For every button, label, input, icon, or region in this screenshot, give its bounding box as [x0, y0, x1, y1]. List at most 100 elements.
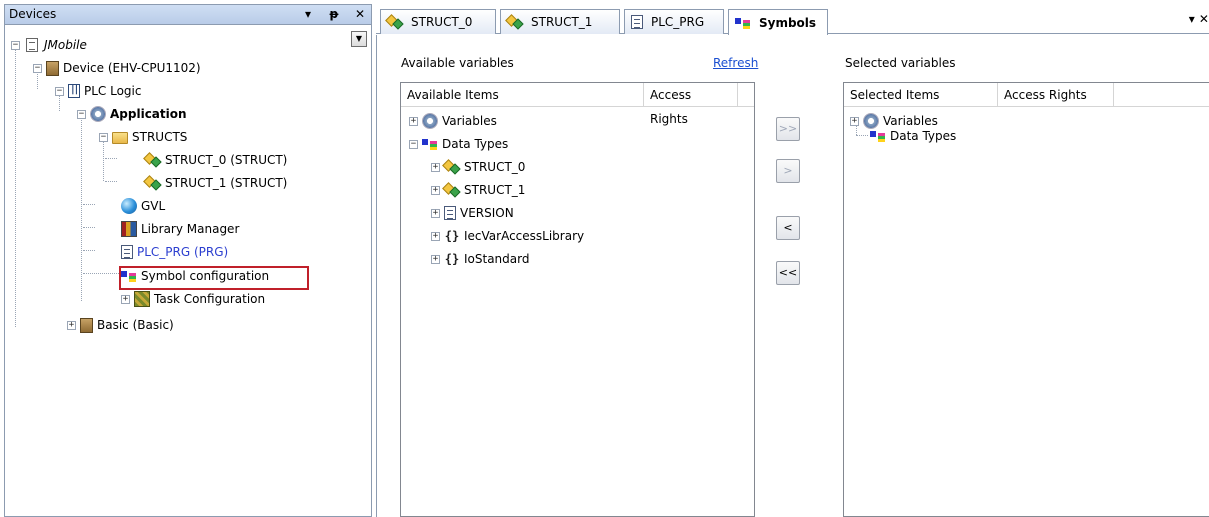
tree-item-struct-1[interactable]: STRUCT_1 (STRUCT) — [145, 173, 287, 193]
expand-icon[interactable]: + — [431, 162, 440, 172]
tree-item-label: Library Manager — [141, 222, 240, 236]
library-icon — [121, 221, 137, 237]
pin-icon[interactable]: ᵽ — [327, 5, 341, 24]
tree-item-jmobile[interactable]: − JMobile — [11, 35, 87, 55]
expand-icon[interactable]: + — [409, 116, 418, 126]
struct-icon — [444, 159, 460, 175]
expand-icon[interactable]: + — [431, 231, 440, 241]
tab-menu-icon[interactable]: ▾ ✕ — [1189, 12, 1209, 26]
expand-icon[interactable]: + — [431, 185, 440, 195]
editor-area: STRUCT_0 STRUCT_1 PLC_PRG Symbols ▾ ✕ Av… — [376, 4, 1209, 517]
item-label: IecVarAccessLibrary — [464, 229, 585, 243]
tab-label: STRUCT_1 — [531, 15, 593, 29]
tree-item-device[interactable]: − Device (EHV-CPU1102) — [33, 58, 201, 78]
tab-label: Symbols — [759, 15, 817, 30]
column-header-selected-items[interactable]: Selected Items — [844, 83, 998, 106]
tree-item-label: STRUCT_0 (STRUCT) — [165, 153, 288, 167]
expand-icon[interactable]: + — [431, 254, 440, 264]
pane-menu-icon[interactable]: ▾ — [301, 5, 315, 24]
data-types-icon — [870, 128, 886, 144]
column-header-access-rights[interactable]: Access Rights — [998, 83, 1114, 106]
program-icon — [631, 15, 643, 29]
tree-item-application[interactable]: − Application — [77, 104, 187, 124]
refresh-link[interactable]: Refresh — [713, 56, 758, 70]
collapse-icon[interactable]: − — [409, 139, 418, 149]
tab-strip: STRUCT_0 STRUCT_1 PLC_PRG Symbols ▾ ✕ — [376, 4, 1209, 35]
tree-item-task-configuration[interactable]: + Task Configuration — [121, 289, 265, 309]
tree-item-label: Task Configuration — [154, 292, 266, 306]
available-items-grid: Available Items Access Rights + Variable… — [400, 82, 755, 517]
column-header-access-rights[interactable]: Access Rights — [644, 83, 738, 126]
tree-item-label: Application — [110, 107, 187, 121]
tree-item-label: GVL — [141, 199, 166, 213]
item-label: VERSION — [460, 206, 514, 220]
close-icon[interactable]: ✕ — [353, 5, 367, 24]
struct-icon — [507, 14, 523, 30]
task-icon — [134, 291, 150, 307]
tab-plc-prg[interactable]: PLC_PRG — [624, 9, 724, 34]
item-label: STRUCT_0 — [464, 160, 526, 174]
tree-item-label: STRUCT_1 (STRUCT) — [165, 176, 288, 190]
available-item-variables[interactable]: + Variables — [409, 111, 497, 131]
selected-items-grid: Selected Items Access Rights + Variables… — [843, 82, 1209, 517]
folder-icon — [112, 132, 128, 144]
tab-symbols[interactable]: Symbols — [728, 9, 828, 35]
expand-icon[interactable]: + — [121, 294, 130, 304]
struct-icon — [145, 175, 161, 191]
available-item-iostandard[interactable]: + {} IoStandard — [431, 249, 529, 269]
available-item-struct-0[interactable]: + STRUCT_0 — [431, 157, 525, 177]
tree-item-label: PLC Logic — [84, 84, 142, 98]
collapse-icon[interactable]: − — [11, 40, 20, 50]
device-icon — [46, 60, 59, 76]
remove-all-button[interactable]: << — [776, 261, 800, 285]
program-icon — [444, 206, 456, 220]
tab-struct-0[interactable]: STRUCT_0 — [380, 9, 496, 34]
tree-item-struct-0[interactable]: STRUCT_0 (STRUCT) — [145, 150, 287, 170]
devices-title: Devices — [9, 7, 57, 21]
devices-pane: Devices ▾ ᵽ ✕ ▼ − JMobile − Device (EHV-… — [4, 4, 372, 517]
collapse-icon[interactable]: − — [55, 86, 64, 96]
tree-item-symbol-configuration[interactable]: Symbol configuration — [121, 266, 269, 286]
globe-icon — [121, 198, 137, 214]
item-label: STRUCT_1 — [464, 183, 526, 197]
item-label: Data Types — [442, 137, 509, 151]
collapse-icon[interactable]: − — [99, 132, 108, 142]
namespace-braces-icon: {} — [444, 229, 460, 243]
devices-header: Devices ▾ ᵽ ✕ — [5, 5, 371, 25]
tree-item-label: Basic (Basic) — [97, 318, 174, 332]
selected-variables-label: Selected variables — [845, 56, 956, 70]
available-item-iecvaraccesslibrary[interactable]: + {} IecVarAccessLibrary — [431, 226, 584, 246]
collapse-icon[interactable]: − — [33, 63, 42, 73]
add-button[interactable]: > — [776, 159, 800, 183]
tree-item-label: Symbol configuration — [141, 269, 270, 283]
tree-item-plc-logic[interactable]: − PLC Logic — [55, 81, 141, 101]
expand-icon[interactable]: + — [67, 320, 76, 330]
available-item-data-types[interactable]: − Data Types — [409, 134, 508, 154]
tree-item-basic[interactable]: + Basic (Basic) — [67, 315, 174, 335]
column-header-available-items[interactable]: Available Items — [401, 83, 644, 106]
device-icon — [80, 317, 93, 333]
document-icon — [26, 38, 38, 52]
data-types-icon — [422, 136, 438, 152]
tree-item-label: Device (EHV-CPU1102) — [63, 61, 201, 75]
tab-struct-1[interactable]: STRUCT_1 — [500, 9, 620, 34]
tree-item-structs[interactable]: − STRUCTS — [99, 127, 187, 147]
expand-icon[interactable]: + — [850, 116, 859, 126]
available-variables-label: Available variables — [401, 56, 514, 70]
available-item-struct-1[interactable]: + STRUCT_1 — [431, 180, 525, 200]
tree-item-gvl[interactable]: GVL — [121, 196, 165, 216]
remove-button[interactable]: < — [776, 216, 800, 240]
tree-item-library-manager[interactable]: Library Manager — [121, 219, 239, 239]
available-item-version[interactable]: + VERSION — [431, 203, 514, 223]
tree-item-plc-prg[interactable]: PLC_PRG (PRG) — [121, 242, 228, 262]
selected-item-data-types[interactable]: Data Types — [870, 126, 956, 146]
expand-icon[interactable]: + — [431, 208, 440, 218]
item-label: IoStandard — [464, 252, 530, 266]
program-icon — [121, 245, 133, 259]
collapse-icon[interactable]: − — [77, 109, 86, 119]
symbols-editor: Available variables Refresh Available It… — [376, 35, 1209, 517]
struct-icon — [444, 182, 460, 198]
add-all-button[interactable]: >> — [776, 117, 800, 141]
tree-dropdown-button[interactable]: ▼ — [351, 31, 367, 47]
item-label: Variables — [442, 114, 497, 128]
